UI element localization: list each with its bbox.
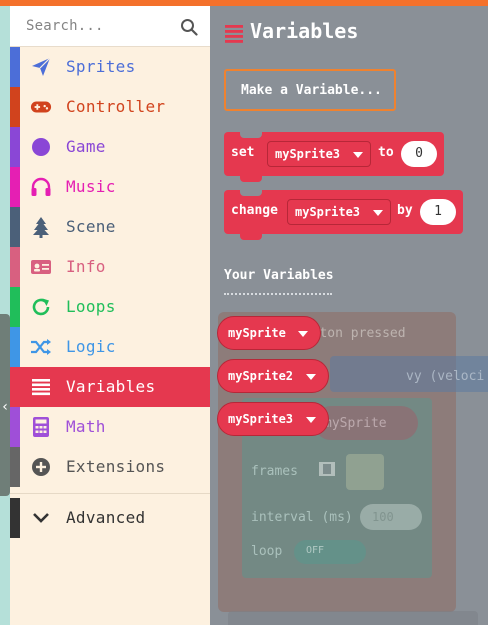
- toolbox: Search... Sprites Controller Game Music: [10, 6, 210, 625]
- by-keyword: by: [397, 203, 413, 218]
- shuffle-icon: [30, 336, 52, 358]
- search-input[interactable]: Search...: [26, 18, 104, 34]
- calculator-icon: [30, 416, 52, 438]
- category-label: Info: [66, 257, 106, 276]
- category-label: Sprites: [66, 57, 136, 76]
- workspace-vy-text: vy (veloci: [406, 369, 485, 384]
- category-math[interactable]: Math: [10, 407, 210, 447]
- variables-flyout: button pressed vy (veloci mySprite frame…: [210, 6, 488, 625]
- top-accent-bar: [0, 0, 488, 6]
- dropdown-value: mySprite3: [295, 205, 361, 219]
- film-icon: [319, 462, 335, 476]
- category-label: Scene: [66, 217, 116, 236]
- value-input[interactable]: 1: [420, 199, 456, 225]
- category-color-bar: [10, 207, 20, 247]
- category-extensions[interactable]: Extensions: [10, 447, 210, 487]
- chevron-left-icon[interactable]: ‹: [0, 397, 10, 417]
- set-variable-block[interactable]: set mySprite3 to 0: [224, 132, 444, 182]
- toolbox-divider: [10, 493, 210, 494]
- circle-icon: [30, 136, 52, 158]
- variable-reporter-mysprite2[interactable]: mySprite2: [217, 359, 329, 393]
- category-label: Advanced: [66, 508, 146, 527]
- caret-down-icon: [306, 417, 316, 423]
- block-notch: [240, 176, 262, 182]
- category-color-bar: [10, 447, 20, 487]
- paper-plane-icon: [30, 56, 52, 78]
- plus-circle-icon: [30, 456, 52, 478]
- category-variables[interactable]: Variables: [10, 367, 210, 407]
- tree-icon: [30, 216, 52, 238]
- block-notch: [240, 234, 262, 240]
- category-logic[interactable]: Logic: [10, 327, 210, 367]
- category-color-bar: [10, 47, 20, 87]
- value-input[interactable]: 0: [401, 141, 437, 167]
- category-label: Extensions: [66, 457, 166, 476]
- category-advanced[interactable]: Advanced: [10, 498, 210, 538]
- category-label: Logic: [66, 337, 116, 356]
- heading-underline: [224, 293, 332, 295]
- workspace-interval-value: 100: [360, 504, 422, 530]
- headphones-icon: [30, 176, 52, 198]
- block-notch: [240, 132, 262, 138]
- search-icon[interactable]: [180, 18, 198, 36]
- search-box[interactable]: Search...: [10, 6, 210, 47]
- block-notch: [240, 190, 262, 196]
- variable-name: mySprite2: [228, 369, 294, 383]
- change-variable-block[interactable]: change mySprite3 by 1: [224, 190, 463, 240]
- category-label: Controller: [66, 97, 166, 116]
- category-color-bar: [10, 367, 20, 407]
- category-label: Music: [66, 177, 116, 196]
- caret-down-icon: [373, 210, 383, 216]
- category-sprites[interactable]: Sprites: [10, 47, 210, 87]
- category-label: Game: [66, 137, 106, 156]
- category-color-bar: [10, 127, 20, 167]
- category-loops[interactable]: Loops: [10, 287, 210, 327]
- flyout-title: Variables: [250, 19, 359, 43]
- to-keyword: to: [378, 145, 394, 160]
- category-color-bar: [10, 498, 20, 538]
- refresh-icon: [30, 296, 52, 318]
- category-label: Variables: [66, 377, 156, 396]
- category-game[interactable]: Game: [10, 127, 210, 167]
- caret-down-icon: [353, 152, 363, 158]
- chevron-down-icon: [30, 507, 52, 529]
- category-color-bar: [10, 167, 20, 207]
- your-variables-heading: Your Variables: [224, 268, 334, 283]
- workspace-frames-label: frames: [251, 464, 298, 479]
- category-color-bar: [10, 247, 20, 287]
- category-color-bar: [10, 327, 20, 367]
- workspace-interval-label: interval (ms): [251, 510, 353, 525]
- gamepad-icon: [30, 96, 52, 118]
- category-label: Math: [66, 417, 106, 436]
- workspace-loop-label: loop: [251, 544, 283, 559]
- category-controller[interactable]: Controller: [10, 87, 210, 127]
- list-icon: [225, 25, 243, 43]
- list-icon: [30, 376, 52, 398]
- variable-name: mySprite: [228, 326, 286, 340]
- variable-dropdown[interactable]: mySprite3: [287, 199, 391, 225]
- category-info[interactable]: Info: [10, 247, 210, 287]
- id-card-icon: [30, 256, 52, 278]
- make-variable-button[interactable]: Make a Variable...: [224, 69, 396, 111]
- workspace-bottom-block: [228, 611, 478, 625]
- dropdown-value: mySprite3: [275, 147, 341, 161]
- category-music[interactable]: Music: [10, 167, 210, 207]
- variable-name: mySprite3: [228, 412, 294, 426]
- variable-reporter-mysprite3[interactable]: mySprite3: [217, 402, 329, 436]
- caret-down-icon: [298, 331, 308, 337]
- set-keyword: set: [231, 145, 255, 160]
- variable-reporter-mysprite[interactable]: mySprite: [217, 316, 321, 350]
- caret-down-icon: [306, 374, 316, 380]
- workspace-loop-toggle: [294, 540, 366, 564]
- category-color-bar: [10, 407, 20, 447]
- workspace-loop-value: OFF: [306, 545, 325, 556]
- category-label: Loops: [66, 297, 116, 316]
- variable-dropdown[interactable]: mySprite3: [267, 141, 371, 167]
- category-color-bar: [10, 87, 20, 127]
- workspace-animate-text: mySprite: [324, 416, 387, 431]
- category-scene[interactable]: Scene: [10, 207, 210, 247]
- category-color-bar: [10, 287, 20, 327]
- change-keyword: change: [231, 203, 278, 218]
- workspace-sprite-image: [346, 454, 384, 490]
